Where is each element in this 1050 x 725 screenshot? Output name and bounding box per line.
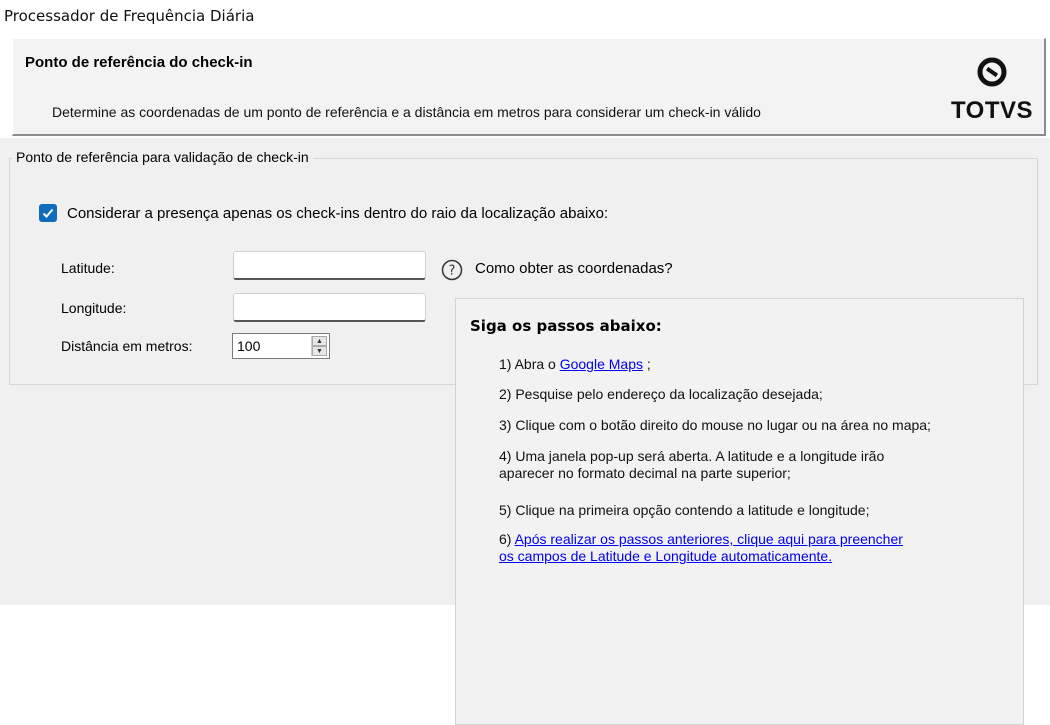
distance-label: Distância em metros: — [61, 338, 193, 354]
step-6-prefix: 6) — [499, 531, 512, 547]
distance-stepper[interactable]: 100 ▲ ▼ — [232, 333, 330, 359]
svg-text:?: ? — [449, 264, 456, 279]
header-title: Ponto de referência do check-in — [25, 54, 253, 71]
stepper-buttons: ▲ ▼ — [311, 336, 327, 356]
step-3: 3) Clique com o botão direito do mouse n… — [499, 417, 931, 433]
latitude-label: Latitude: — [61, 260, 115, 276]
step-2: 2) Pesquise pelo endereço da localização… — [499, 386, 823, 402]
presence-checkbox[interactable] — [39, 204, 57, 222]
main-panel: Ponto de referência para validação de ch… — [0, 138, 1050, 725]
distance-value[interactable]: 100 — [237, 338, 260, 354]
autofill-link-line-2[interactable]: os campos de Latitude e Longitude automa… — [499, 548, 832, 564]
instructions-title: Siga os passos abaixo: — [470, 317, 662, 335]
presence-checkbox-label[interactable]: Considerar a presença apenas os check-in… — [67, 205, 608, 222]
step-1-suffix: ; — [646, 356, 651, 372]
step-4-line-1: 4) Uma janela pop-up será aberta. A lati… — [499, 448, 885, 464]
totvs-logo: TOTVS — [949, 55, 1035, 127]
stepper-down-button[interactable]: ▼ — [312, 346, 327, 356]
step-5: 5) Clique na primeira opção contendo a l… — [499, 502, 870, 518]
stepper-up-button[interactable]: ▲ — [312, 336, 327, 346]
header-description: Determine as coordenadas de um ponto de … — [52, 104, 761, 120]
check-icon — [42, 208, 54, 218]
totvs-logo-icon — [977, 57, 1007, 87]
step-4-line-2: aparecer no formato decimal na parte sup… — [499, 465, 791, 481]
latitude-input[interactable] — [233, 251, 426, 280]
question-icon[interactable]: ? — [441, 259, 463, 281]
window-title: Processador de Frequência Diária — [4, 7, 255, 25]
step-4: 4) Uma janela pop-up será aberta. A lati… — [499, 448, 1019, 482]
google-maps-link[interactable]: Google Maps — [560, 356, 643, 372]
step-6: 6) Após realizar os passos anteriores, c… — [499, 531, 1019, 565]
autofill-coordinates-link[interactable]: Após realizar os passos anteriores, cliq… — [499, 531, 903, 564]
autofill-link-line-1[interactable]: Após realizar os passos anteriores, cliq… — [515, 531, 903, 547]
header-banner: Ponto de referência do check-in Determin… — [12, 38, 1046, 136]
instructions-popup: Siga os passos abaixo: 1) Abra o Google … — [455, 298, 1024, 725]
step-1: 1) Abra o Google Maps ; — [499, 356, 1019, 373]
longitude-label: Longitude: — [61, 300, 127, 316]
longitude-input[interactable] — [233, 293, 426, 322]
group-legend: Ponto de referência para validação de ch… — [12, 149, 313, 165]
totvs-logo-text: TOTVS — [950, 97, 1034, 124]
how-to-get-coordinates-text: Como obter as coordenadas? — [475, 260, 673, 277]
step-1-prefix: 1) Abra o — [499, 356, 556, 372]
